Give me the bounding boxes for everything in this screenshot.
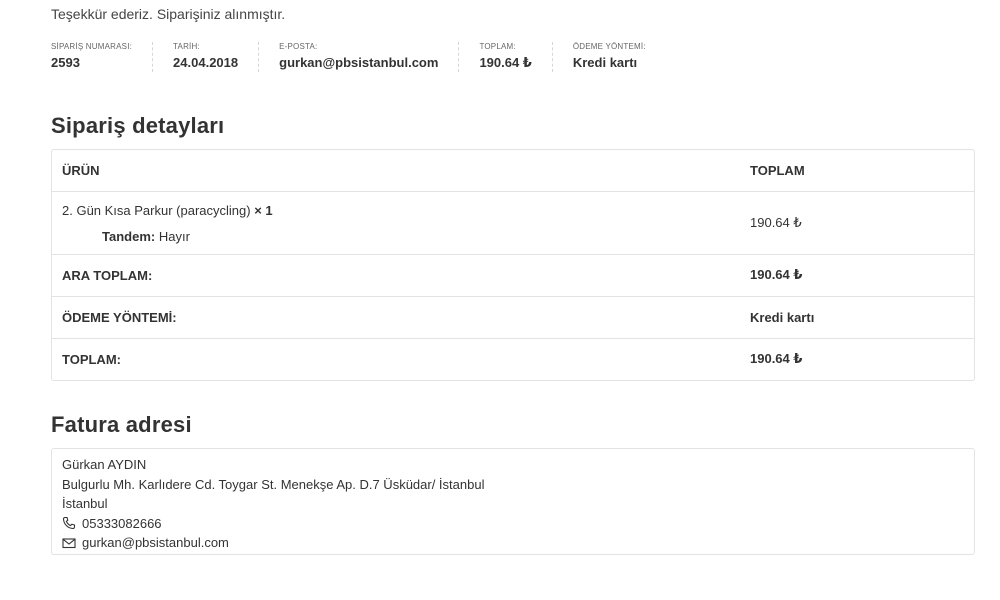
billing-address-title: Fatura adresi (51, 412, 192, 437)
product-meta: Tandem: Hayır (62, 229, 740, 245)
billing-name: Gürkan AYDIN (62, 457, 147, 472)
column-header-product: ÜRÜN (62, 162, 100, 178)
payment-method-label: ÖDEME YÖNTEMİ: (52, 295, 740, 338)
billing-city: İstanbul (62, 496, 108, 511)
overview-order-number: SİPARİŞ NUMARASI: 2593 (51, 42, 154, 72)
envelope-icon (62, 536, 76, 550)
phone-number: 05333082666 (82, 515, 162, 531)
overview-payment-method: ÖDEME YÖNTEMİ: Kredi kartı (573, 42, 666, 72)
billing-phone: 05333082666 (62, 514, 964, 534)
payment-method-value: Kredi kartı (740, 295, 974, 338)
overview-date: TARİH: 24.04.2018 (173, 42, 260, 72)
order-received-page: Teşekkür ederiz. Siparişiniz alınmıştır.… (0, 0, 1000, 600)
product-name: 2. Gün Kısa Parkur (paracycling) × 1 (62, 201, 740, 219)
meta-value: Hayır (158, 228, 190, 244)
overview-email: E-POSTA: gurkan@pbsistanbul.com (279, 42, 460, 72)
billing-email: gurkan@pbsistanbul.com (62, 533, 964, 553)
email-address: gurkan@pbsistanbul.com (82, 535, 229, 550)
meta-key: Tandem: (102, 228, 156, 244)
overview-label: TARİH: (173, 42, 200, 51)
payment-method-row: ÖDEME YÖNTEMİ: Kredi kartı (52, 295, 974, 338)
order-details-table: ÜRÜN TOPLAM 2. Gün Kısa Parkur (paracycl… (52, 150, 974, 380)
order-total-row: TOPLAM: 190.64 ₺ (52, 337, 974, 380)
order-details-table-wrapper: ÜRÜN TOPLAM 2. Gün Kısa Parkur (paracycl… (51, 149, 975, 381)
product-total: 190.64 ₺ (740, 190, 974, 254)
overview-value: 190.64 ₺ (479, 55, 532, 70)
product-quantity: × 1 (254, 202, 273, 218)
product-link[interactable]: 2. Gün Kısa Parkur (paracycling) (62, 203, 251, 218)
table-header-row: ÜRÜN TOPLAM (52, 150, 974, 191)
overview-value: gurkan@pbsistanbul.com (279, 55, 439, 70)
order-total-value: 190.64 ₺ (740, 337, 974, 380)
overview-label: E-POSTA: (279, 42, 318, 51)
subtotal-label: ARA TOPLAM: (52, 253, 740, 296)
overview-total: TOPLAM: 190.64 ₺ (479, 42, 553, 72)
product-cell: 2. Gün Kısa Parkur (paracycling) × 1 Tan… (52, 190, 740, 254)
table-row: 2. Gün Kısa Parkur (paracycling) × 1 Tan… (52, 190, 974, 254)
subtotal-value: 190.64 ₺ (740, 253, 974, 296)
billing-address: Gürkan AYDIN Bulgurlu Mh. Karlıdere Cd. … (51, 448, 975, 555)
column-header-total: TOPLAM (750, 162, 805, 178)
overview-value: 2593 (51, 55, 80, 70)
thank-you-message: Teşekkür ederiz. Siparişiniz alınmıştır. (51, 6, 286, 22)
billing-street: Bulgurlu Mh. Karlıdere Cd. Toygar St. Me… (62, 476, 485, 492)
overview-label: SİPARİŞ NUMARASI: (51, 42, 133, 51)
overview-value: 24.04.2018 (173, 55, 239, 70)
overview-value: Kredi kartı (572, 55, 638, 70)
phone-icon (62, 516, 76, 530)
order-details-title: Sipariş detayları (51, 113, 225, 138)
overview-label: ÖDEME YÖNTEMİ: (572, 42, 646, 51)
order-overview: SİPARİŞ NUMARASI: 2593 TARİH: 24.04.2018… (51, 42, 686, 72)
overview-label: TOPLAM: (479, 42, 516, 51)
order-total-label: TOPLAM: (52, 337, 740, 380)
subtotal-row: ARA TOPLAM: 190.64 ₺ (52, 253, 974, 296)
